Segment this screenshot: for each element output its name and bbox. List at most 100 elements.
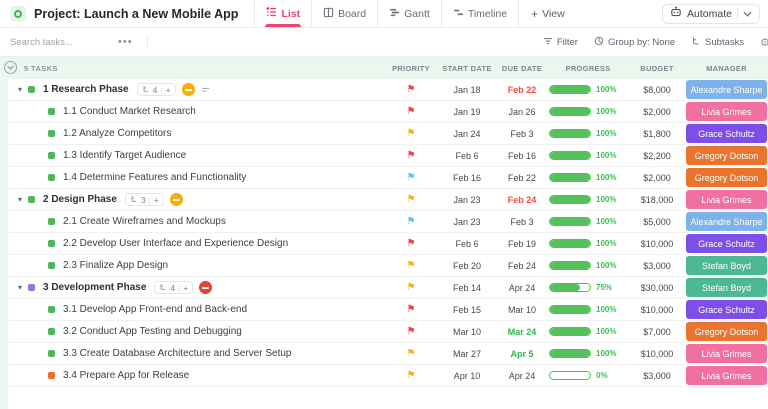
start-date[interactable]: Jan 23	[437, 195, 497, 205]
add-subtask-icon[interactable]: +	[166, 85, 171, 95]
manager-chip[interactable]: Alexandre Sharpe	[686, 212, 767, 231]
column-header-due-date[interactable]: DUE DATE	[497, 64, 547, 73]
task-name[interactable]: 2 Design Phase	[43, 194, 117, 205]
manager-chip[interactable]: Grace Schultz	[686, 300, 767, 319]
task-name[interactable]: 1.2 Analyze Competitors	[63, 128, 171, 139]
manager-chip[interactable]: Alexandre Sharpe	[686, 80, 767, 99]
due-date[interactable]: Apr 24	[497, 371, 547, 381]
table-row[interactable]: 3.1 Develop App Front-end and Back-end ⚑…	[8, 299, 768, 321]
manager-chip[interactable]: Stefan Boyd	[686, 256, 767, 275]
start-date[interactable]: Jan 19	[437, 107, 497, 117]
due-date[interactable]: Feb 3	[497, 129, 547, 139]
start-date[interactable]: Jan 24	[437, 129, 497, 139]
task-name[interactable]: 3 Development Phase	[43, 282, 146, 293]
budget[interactable]: $10,000	[629, 349, 685, 359]
start-date[interactable]: Mar 10	[437, 327, 497, 337]
status-square-icon[interactable]	[48, 372, 55, 379]
table-row[interactable]: 2.1 Create Wireframes and Mockups ⚑ Jan …	[8, 211, 768, 233]
priority-flag-icon[interactable]: ⚑	[407, 304, 416, 315]
task-name[interactable]: 1.4 Determine Features and Functionality	[63, 172, 246, 183]
task-name[interactable]: 1.3 Identify Target Audience	[63, 150, 186, 161]
due-date[interactable]: Mar 10	[497, 305, 547, 315]
status-square-icon[interactable]	[48, 328, 55, 335]
status-square-icon[interactable]	[48, 108, 55, 115]
due-date[interactable]: Feb 22	[497, 173, 547, 183]
manager-chip[interactable]: Livia Grimes	[686, 190, 767, 209]
group-status-icon[interactable]	[199, 281, 213, 294]
manager-chip[interactable]: Gregory Dotson	[686, 146, 767, 165]
search-input[interactable]	[10, 36, 100, 48]
due-date[interactable]: Mar 24	[497, 327, 547, 337]
due-date[interactable]: Feb 3	[497, 217, 547, 227]
status-square-icon[interactable]	[28, 86, 35, 93]
status-square-icon[interactable]	[48, 306, 55, 313]
priority-flag-icon[interactable]: ⚑	[407, 106, 416, 117]
table-row[interactable]: 2.3 Finalize App Design ⚑ Feb 20 Feb 24 …	[8, 255, 768, 277]
priority-flag-icon[interactable]: ⚑	[407, 150, 416, 161]
due-date[interactable]: Feb 16	[497, 151, 547, 161]
priority-flag-icon[interactable]: ⚑	[407, 282, 416, 293]
status-square-icon[interactable]	[48, 240, 55, 247]
table-row[interactable]: ▾ 1 Research Phase 4 | + ⚑ Jan 18 Feb 22…	[8, 79, 768, 101]
due-date[interactable]: Feb 22	[497, 85, 547, 95]
manager-chip[interactable]: Livia Grimes	[686, 366, 767, 385]
table-row[interactable]: 3.3 Create Database Architecture and Ser…	[8, 343, 768, 365]
task-name[interactable]: 3.2 Conduct App Testing and Debugging	[63, 326, 242, 337]
manager-chip[interactable]: Livia Grimes	[686, 344, 767, 363]
table-row[interactable]: 3.4 Prepare App for Release ⚑ Apr 10 Apr…	[8, 365, 768, 387]
tab-board[interactable]: Board	[312, 0, 379, 27]
budget[interactable]: $18,000	[629, 195, 685, 205]
collapse-group-icon[interactable]	[4, 61, 17, 74]
status-square-icon[interactable]	[48, 262, 55, 269]
budget[interactable]: $2,200	[629, 151, 685, 161]
column-header-start-date[interactable]: START DATE	[437, 64, 497, 73]
start-date[interactable]: Feb 14	[437, 283, 497, 293]
priority-flag-icon[interactable]: ⚑	[407, 260, 416, 271]
table-row[interactable]: 3.2 Conduct App Testing and Debugging ⚑ …	[8, 321, 768, 343]
table-row[interactable]: 1.3 Identify Target Audience ⚑ Feb 6 Feb…	[8, 145, 768, 167]
group-status-icon[interactable]	[169, 193, 183, 206]
add-subtask-icon[interactable]: +	[154, 195, 159, 205]
expand-caret-icon[interactable]: ▾	[18, 85, 28, 94]
status-square-icon[interactable]	[28, 284, 35, 291]
column-header-progress[interactable]: PROGRESS	[547, 64, 629, 73]
subtasks-button[interactable]: Subtasks	[691, 36, 744, 49]
start-date[interactable]: Feb 6	[437, 151, 497, 161]
priority-flag-icon[interactable]: ⚑	[407, 370, 416, 381]
manager-chip[interactable]: Stefan Boyd	[686, 278, 767, 297]
tab-gantt[interactable]: Gantt	[378, 0, 442, 27]
budget[interactable]: $10,000	[629, 239, 685, 249]
status-square-icon[interactable]	[48, 130, 55, 137]
due-date[interactable]: Feb 19	[497, 239, 547, 249]
status-square-icon[interactable]	[48, 218, 55, 225]
manager-chip[interactable]: Grace Schultz	[686, 124, 767, 143]
manager-chip[interactable]: Livia Grimes	[686, 102, 767, 121]
task-name[interactable]: 3.4 Prepare App for Release	[63, 370, 189, 381]
due-date[interactable]: Feb 24	[497, 261, 547, 271]
budget[interactable]: $2,000	[629, 173, 685, 183]
table-row[interactable]: 1.2 Analyze Competitors ⚑ Jan 24 Feb 3 1…	[8, 123, 768, 145]
automate-button[interactable]: Automate	[662, 3, 760, 24]
table-row[interactable]: ▾ 2 Design Phase 3 | + ⚑ Jan 23 Feb 24 1…	[8, 189, 768, 211]
budget[interactable]: $30,000	[629, 283, 685, 293]
budget[interactable]: $5,000	[629, 217, 685, 227]
start-date[interactable]: Jan 18	[437, 85, 497, 95]
start-date[interactable]: Jan 23	[437, 217, 497, 227]
task-name[interactable]: 2.1 Create Wireframes and Mockups	[63, 216, 226, 227]
task-name[interactable]: 1 Research Phase	[43, 84, 129, 95]
priority-flag-icon[interactable]: ⚑	[407, 128, 416, 139]
task-name[interactable]: 2.3 Finalize App Design	[63, 260, 168, 271]
subtask-badge[interactable]: 4 | +	[136, 83, 176, 96]
budget[interactable]: $8,000	[629, 85, 685, 95]
table-row[interactable]: 1.1 Conduct Market Research ⚑ Jan 19 Jan…	[8, 101, 768, 123]
due-date[interactable]: Apr 24	[497, 283, 547, 293]
add-subtask-icon[interactable]: +	[183, 283, 188, 293]
column-header-manager[interactable]: MANAGER	[685, 64, 768, 73]
budget[interactable]: $3,000	[629, 371, 685, 381]
status-square-icon[interactable]	[28, 196, 35, 203]
start-date[interactable]: Feb 6	[437, 239, 497, 249]
subtask-badge[interactable]: 3 | +	[124, 193, 164, 206]
priority-flag-icon[interactable]: ⚑	[407, 238, 416, 249]
budget[interactable]: $1,800	[629, 129, 685, 139]
start-date[interactable]: Feb 16	[437, 173, 497, 183]
